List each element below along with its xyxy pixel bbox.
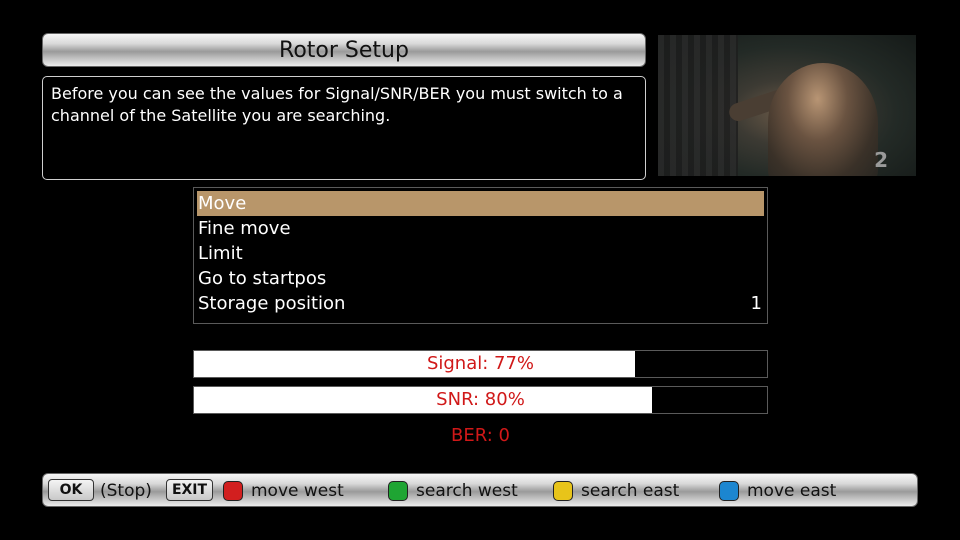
snr-label: SNR: 80% <box>436 389 525 410</box>
green-button-icon[interactable] <box>388 481 408 501</box>
title-bar: Rotor Setup <box>42 33 646 67</box>
preview-wall <box>658 35 738 176</box>
exit-key[interactable]: EXIT <box>166 479 213 501</box>
menu-item-limit[interactable]: Limit <box>197 241 764 266</box>
storage-position-value: 1 <box>750 293 762 314</box>
signal-label: Signal: 77% <box>426 353 535 374</box>
menu-item-label: Go to startpos <box>198 268 327 289</box>
blue-button-label: move east <box>747 481 837 501</box>
menu-item-fine-move[interactable]: Fine move <box>197 216 764 241</box>
ok-key-text: (Stop) <box>100 481 152 501</box>
menu-item-label: Storage position <box>198 293 346 314</box>
rotor-menu: Move Fine move Limit Go to startpos Stor… <box>193 187 768 324</box>
yellow-button-icon[interactable] <box>553 481 573 501</box>
snr-bar: SNR: 80% <box>193 386 768 414</box>
menu-item-go-to-startpos[interactable]: Go to startpos <box>197 266 764 291</box>
yellow-button-label: search east <box>581 481 680 501</box>
red-button-icon[interactable] <box>223 481 243 501</box>
channel-number: 2 <box>874 148 888 172</box>
signal-bar: Signal: 77% <box>193 350 768 378</box>
menu-item-label: Move <box>198 193 247 214</box>
ok-key[interactable]: OK <box>48 479 94 501</box>
menu-item-move[interactable]: Move <box>197 191 764 216</box>
exit-key-label: EXIT <box>171 482 208 498</box>
red-button-label: move west <box>251 481 344 501</box>
video-preview: 2 <box>658 35 916 176</box>
info-text: Before you can see the values for Signal… <box>51 84 623 125</box>
preview-figure <box>768 63 878 176</box>
menu-item-label: Fine move <box>198 218 291 239</box>
menu-item-label: Limit <box>198 243 243 264</box>
menu-item-storage-position[interactable]: Storage position 1 <box>197 291 764 316</box>
ber-label: BER: 0 <box>451 425 510 446</box>
button-bar: OK (Stop) EXIT move west search west sea… <box>42 473 918 507</box>
ok-key-label: OK <box>59 482 83 498</box>
green-button-label: search west <box>416 481 518 501</box>
info-box: Before you can see the values for Signal… <box>42 76 646 180</box>
blue-button-icon[interactable] <box>719 481 739 501</box>
page-title: Rotor Setup <box>279 37 409 63</box>
